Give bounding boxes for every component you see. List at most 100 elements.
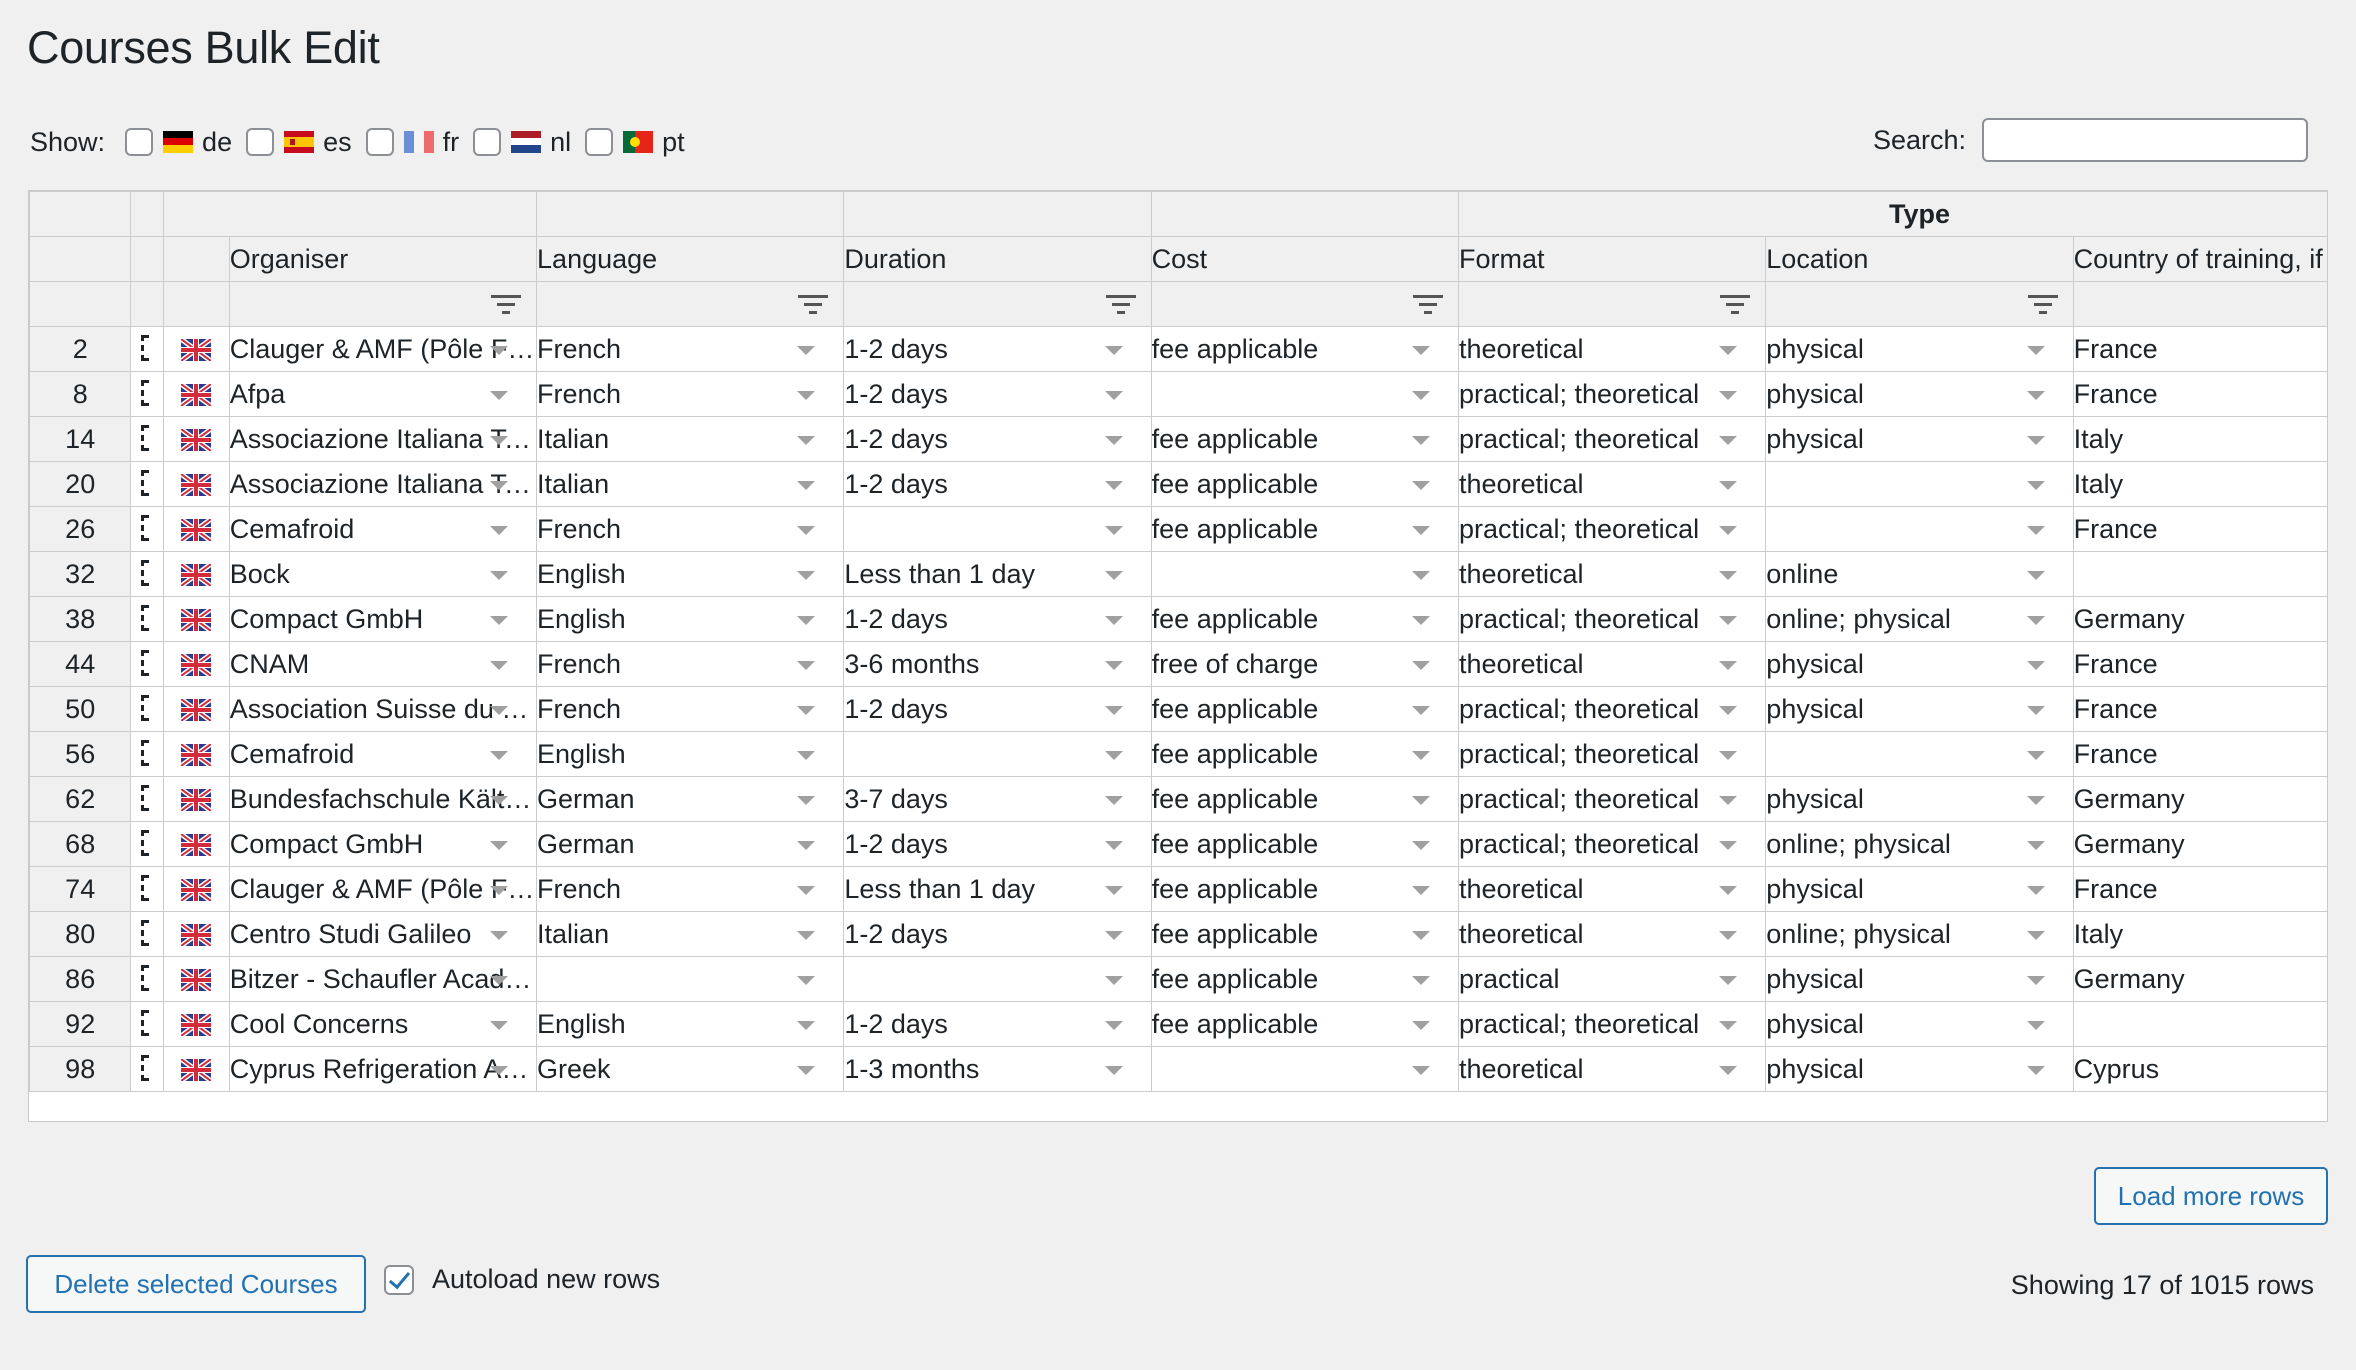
cell-language[interactable]: French (536, 506, 845, 552)
dropdown-caret-icon[interactable] (1719, 886, 1738, 895)
cell-location[interactable] (1765, 731, 2074, 777)
dropdown-caret-icon[interactable] (797, 616, 816, 625)
cell-country[interactable]: France (2072, 641, 2327, 687)
dropdown-caret-icon[interactable] (797, 796, 816, 805)
dropdown-caret-icon[interactable] (797, 571, 816, 580)
dropdown-caret-icon[interactable] (797, 346, 816, 355)
cell-duration[interactable] (843, 506, 1152, 552)
cell-organiser[interactable]: Afpa (228, 371, 538, 417)
dropdown-caret-icon[interactable] (1411, 346, 1430, 355)
dropdown-caret-icon[interactable] (2026, 481, 2045, 490)
table-row[interactable]: 56 Cemafroid English fee applicable practica… (29, 731, 2327, 777)
dropdown-caret-icon[interactable] (490, 841, 509, 850)
row-select-handle[interactable] (130, 641, 165, 687)
dropdown-caret-icon[interactable] (2026, 616, 2045, 625)
cell-language[interactable]: French (536, 326, 845, 372)
table-row[interactable]: 50 Association Suisse du Froid French 1-2 d… (29, 686, 2327, 732)
load-more-button[interactable]: Load more rows (2094, 1167, 2328, 1225)
cell-language[interactable]: Italian (536, 416, 845, 462)
row-select-handle[interactable] (130, 911, 165, 957)
dropdown-caret-icon[interactable] (1719, 571, 1738, 580)
cell-cost[interactable]: fee applicable (1150, 326, 1459, 372)
cell-organiser[interactable]: Clauger & AMF (Pôle Formation) (228, 866, 538, 912)
cell-language[interactable]: English (536, 551, 845, 597)
dropdown-caret-icon[interactable] (1719, 346, 1738, 355)
dropdown-caret-icon[interactable] (490, 751, 509, 760)
dropdown-caret-icon[interactable] (1411, 841, 1430, 850)
dropdown-caret-icon[interactable] (490, 931, 509, 940)
filter-icon[interactable] (1412, 294, 1444, 316)
cell-country[interactable]: Germany (2072, 821, 2327, 867)
cell-language[interactable]: German (536, 821, 845, 867)
cell-location[interactable]: physical (1765, 326, 2074, 372)
dropdown-caret-icon[interactable] (1411, 481, 1430, 490)
dropdown-caret-icon[interactable] (1104, 706, 1123, 715)
cell-country[interactable]: Cyprus (2072, 1046, 2327, 1092)
cell-format[interactable]: practical; theoretical (1457, 596, 1767, 642)
lang-checkbox-de[interactable] (125, 128, 154, 156)
cell-country[interactable]: Germany (2072, 956, 2327, 1002)
cell-format[interactable]: theoretical (1457, 461, 1767, 507)
dropdown-caret-icon[interactable] (1411, 661, 1430, 670)
cell-cost[interactable]: fee applicable (1150, 866, 1459, 912)
dropdown-caret-icon[interactable] (490, 346, 509, 355)
dropdown-caret-icon[interactable] (2026, 1066, 2045, 1075)
cell-duration[interactable]: Less than 1 day (843, 866, 1152, 912)
cell-format[interactable]: practical; theoretical (1457, 371, 1767, 417)
dropdown-caret-icon[interactable] (797, 526, 816, 535)
dropdown-caret-icon[interactable] (2026, 571, 2045, 580)
dropdown-caret-icon[interactable] (797, 841, 816, 850)
cell-format[interactable]: practical; theoretical (1457, 1001, 1767, 1047)
cell-duration[interactable]: 1-2 days (843, 416, 1152, 462)
cell-language[interactable]: French (536, 641, 845, 687)
cell-cost[interactable] (1150, 1046, 1459, 1092)
dropdown-caret-icon[interactable] (1104, 841, 1123, 850)
cell-location[interactable]: physical (1765, 371, 2074, 417)
cell-language[interactable]: English (536, 1001, 845, 1047)
row-select-handle[interactable] (130, 416, 165, 462)
dropdown-caret-icon[interactable] (1719, 616, 1738, 625)
cell-location[interactable]: physical (1765, 686, 2074, 732)
cell-cost[interactable]: fee applicable (1150, 506, 1459, 552)
lang-option-fr[interactable]: fr (365, 127, 459, 158)
cell-cost[interactable]: fee applicable (1150, 461, 1459, 507)
cell-language[interactable]: Italian (536, 911, 845, 957)
dropdown-caret-icon[interactable] (797, 706, 816, 715)
cell-organiser[interactable]: Bock (228, 551, 538, 597)
column-header-country[interactable]: Country of training, if ph (2072, 236, 2327, 282)
dropdown-caret-icon[interactable] (1104, 481, 1123, 490)
dropdown-caret-icon[interactable] (2026, 751, 2045, 760)
dropdown-caret-icon[interactable] (1411, 616, 1430, 625)
cell-location[interactable]: physical (1765, 866, 2074, 912)
cell-duration[interactable] (843, 956, 1152, 1002)
cell-cost[interactable]: fee applicable (1150, 416, 1459, 462)
cell-language[interactable]: German (536, 776, 845, 822)
cell-organiser[interactable]: Clauger & AMF (Pôle Formation) (228, 326, 538, 372)
row-select-handle[interactable] (130, 866, 165, 912)
cell-country[interactable]: Germany (2072, 776, 2327, 822)
row-select-handle[interactable] (130, 596, 165, 642)
cell-cost[interactable]: fee applicable (1150, 911, 1459, 957)
cell-duration[interactable]: 1-2 days (843, 821, 1152, 867)
autoload-toggle[interactable]: Autoload new rows (384, 1264, 660, 1295)
dropdown-caret-icon[interactable] (797, 751, 816, 760)
dropdown-caret-icon[interactable] (1411, 1021, 1430, 1030)
dropdown-caret-icon[interactable] (797, 391, 816, 400)
cell-format[interactable]: practical; theoretical (1457, 686, 1767, 732)
dropdown-caret-icon[interactable] (1719, 661, 1738, 670)
dropdown-caret-icon[interactable] (797, 481, 816, 490)
lang-checkbox-nl[interactable] (473, 128, 502, 156)
cell-organiser[interactable]: Cemafroid (228, 731, 538, 777)
cell-country[interactable]: Germany (2072, 596, 2327, 642)
cell-format[interactable]: theoretical (1457, 866, 1767, 912)
dropdown-caret-icon[interactable] (1719, 976, 1738, 985)
cell-duration[interactable]: 3-6 months (843, 641, 1152, 687)
dropdown-caret-icon[interactable] (2026, 976, 2045, 985)
cell-organiser[interactable]: Centro Studi Galileo (228, 911, 538, 957)
cell-location[interactable]: online (1765, 551, 2074, 597)
cell-duration[interactable]: 3-7 days (843, 776, 1152, 822)
dropdown-caret-icon[interactable] (797, 661, 816, 670)
dropdown-caret-icon[interactable] (1411, 976, 1430, 985)
dropdown-caret-icon[interactable] (2026, 391, 2045, 400)
dropdown-caret-icon[interactable] (2026, 1021, 2045, 1030)
